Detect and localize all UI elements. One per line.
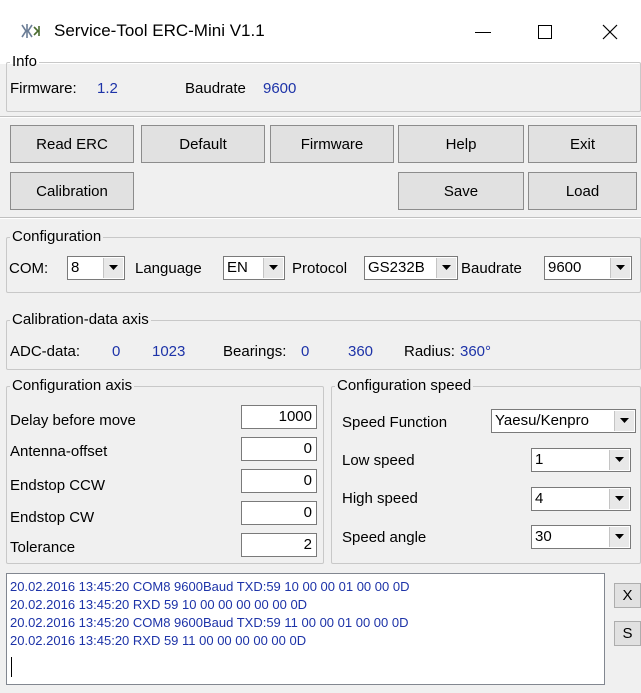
help-button[interactable]: Help	[398, 125, 524, 163]
com-label: COM:	[9, 260, 49, 277]
firmware-label: Firmware:	[10, 80, 77, 97]
speed-function-select[interactable]: Yaesu/Kenpro	[491, 409, 636, 433]
high-speed-value: 4	[535, 490, 544, 507]
com-select[interactable]: 8	[67, 256, 125, 280]
tolerance-label: Tolerance	[10, 539, 76, 556]
high-speed-dropdown-arrow[interactable]	[609, 489, 629, 509]
adc-data-label: ADC-data:	[10, 343, 81, 360]
endstop-cw-input[interactable]: 0	[241, 501, 317, 525]
chevron-down-icon	[109, 265, 118, 270]
bearings-label: Bearings:	[223, 343, 287, 360]
config-baudrate-label: Baudrate	[461, 260, 522, 277]
antenna-offset-label: Antenna-offset	[10, 443, 108, 460]
save-button[interactable]: Save	[398, 172, 524, 210]
calibration-data-group: Calibration-data axis	[6, 312, 641, 370]
chevron-down-icon	[615, 496, 624, 501]
delay-label: Delay before move	[10, 412, 136, 429]
configuration-legend: Configuration	[12, 228, 102, 245]
firmware-value: 1.2	[97, 80, 118, 97]
chevron-down-icon	[442, 265, 451, 270]
adc-min-value: 0	[112, 343, 121, 360]
speed-angle-select[interactable]: 30	[531, 525, 631, 549]
maximize-icon	[538, 25, 552, 39]
speed-function-value: Yaesu/Kenpro	[495, 412, 589, 429]
endstop-cw-label: Endstop CW	[10, 509, 95, 526]
log-textarea[interactable]: 20.02.2016 13:45:20 COM8 9600Baud TXD:59…	[6, 573, 605, 685]
speed-function-dropdown-arrow[interactable]	[614, 411, 634, 431]
baudrate-select-value: 9600	[548, 259, 582, 276]
antenna-offset-input[interactable]: 0	[241, 437, 317, 461]
protocol-select-value: GS232B	[368, 259, 425, 276]
log-save-button[interactable]: S	[614, 621, 641, 646]
high-speed-label: High speed	[342, 490, 418, 507]
low-speed-label: Low speed	[342, 452, 415, 469]
chevron-down-icon	[615, 457, 624, 462]
speed-function-label: Speed Function	[342, 414, 448, 431]
log-clear-button[interactable]: X	[614, 583, 641, 608]
configuration-axis-legend: Configuration axis	[12, 377, 133, 394]
chevron-down-icon	[616, 265, 625, 270]
speed-angle-value: 30	[535, 528, 552, 545]
baudrate-select[interactable]: 9600	[544, 256, 632, 280]
maximize-button[interactable]	[517, 14, 573, 50]
delay-input[interactable]: 1000	[241, 405, 317, 429]
protocol-select[interactable]: GS232B	[364, 256, 458, 280]
endstop-ccw-label: Endstop CCW	[10, 477, 106, 494]
high-speed-select[interactable]: 4	[531, 487, 631, 511]
tolerance-input-value: 2	[303, 536, 312, 553]
low-speed-select[interactable]: 1	[531, 448, 631, 472]
info-baudrate-value: 9600	[263, 80, 297, 97]
chevron-down-icon	[615, 534, 624, 539]
endstop-cw-input-value: 0	[303, 504, 312, 521]
bearings-max-value: 360	[348, 343, 374, 360]
exit-button[interactable]: Exit	[528, 125, 637, 163]
speed-angle-label: Speed angle	[342, 529, 427, 546]
language-label: Language	[135, 260, 202, 277]
baudrate-dropdown-arrow[interactable]	[610, 258, 630, 278]
language-select[interactable]: EN	[223, 256, 285, 280]
window-title: Service-Tool ERC-Mini V1.1	[54, 21, 265, 40]
language-dropdown-arrow[interactable]	[263, 258, 283, 278]
default-button[interactable]: Default	[141, 125, 265, 163]
log-line: 20.02.2016 13:45:20 COM8 9600Baud TXD:59…	[10, 615, 409, 630]
tolerance-input[interactable]: 2	[241, 533, 317, 557]
bearings-min-value: 0	[301, 343, 310, 360]
log-line: 20.02.2016 13:45:20 COM8 9600Baud TXD:59…	[10, 579, 410, 594]
minimize-button[interactable]	[455, 14, 511, 50]
info-legend: Info	[12, 53, 38, 70]
adc-max-value: 1023	[152, 343, 186, 360]
com-dropdown-arrow[interactable]	[103, 258, 123, 278]
radius-label: Radius:	[404, 343, 455, 360]
endstop-ccw-input-value: 0	[303, 472, 312, 489]
language-select-value: EN	[227, 259, 248, 276]
read-erc-button[interactable]: Read ERC	[10, 125, 134, 163]
info-baudrate-label: Baudrate	[185, 80, 246, 97]
antenna-offset-input-value: 0	[303, 440, 312, 457]
text-caret	[11, 657, 12, 677]
endstop-ccw-input[interactable]: 0	[241, 469, 317, 493]
configuration-speed-legend: Configuration speed	[337, 377, 472, 394]
radius-value: 360°	[460, 343, 492, 360]
minimize-icon	[475, 32, 491, 33]
log-line: 20.02.2016 13:45:20 RXD 59 10 00 00 00 0…	[10, 597, 308, 612]
close-button[interactable]	[582, 14, 638, 50]
protocol-dropdown-arrow[interactable]	[436, 258, 456, 278]
load-button[interactable]: Load	[528, 172, 637, 210]
speed-angle-dropdown-arrow[interactable]	[609, 527, 629, 547]
close-icon	[602, 24, 618, 40]
antenna-rotor-icon	[21, 24, 40, 38]
chevron-down-icon	[269, 265, 278, 270]
firmware-button[interactable]: Firmware	[270, 125, 394, 163]
delay-input-value: 1000	[278, 408, 312, 425]
low-speed-value: 1	[535, 451, 544, 468]
calibration-button[interactable]: Calibration	[10, 172, 134, 210]
com-select-value: 8	[71, 259, 80, 276]
protocol-label: Protocol	[292, 260, 348, 277]
calibration-data-legend: Calibration-data axis	[12, 311, 149, 328]
chevron-down-icon	[620, 418, 629, 423]
low-speed-dropdown-arrow[interactable]	[609, 450, 629, 470]
log-line: 20.02.2016 13:45:20 RXD 59 11 00 00 00 0…	[10, 633, 307, 648]
